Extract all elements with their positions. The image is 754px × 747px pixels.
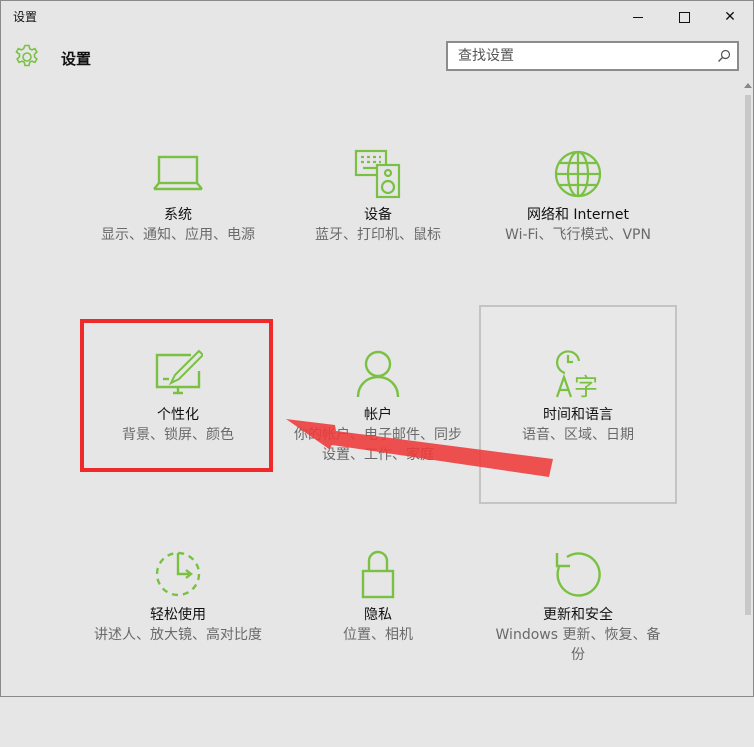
tile-system[interactable]: 系统 显示、通知、应用、电源 [79, 149, 277, 347]
tile-description: 讲述人、放大镜、高对比度 [94, 627, 262, 643]
svg-text:字: 字 [574, 373, 598, 399]
tile-description: 你的帐户、电子邮件、同步设置、工作、家庭 [294, 427, 462, 463]
globe-icon [554, 150, 602, 198]
tile-privacy[interactable]: 隐私 位置、相机 [279, 549, 477, 747]
window-title: 设置 [13, 10, 38, 24]
scrollbar[interactable] [743, 81, 753, 696]
tile-label: 系统 [164, 207, 192, 223]
scroll-up-arrow-icon[interactable] [744, 83, 752, 88]
laptop-icon [153, 155, 203, 191]
tile-description: 显示、通知、应用、电源 [101, 227, 255, 243]
tile-label: 网络和 Internet [526, 207, 630, 223]
lock-icon [361, 550, 395, 599]
minimize-button[interactable] [615, 1, 661, 33]
page-title: 设置 [61, 50, 92, 68]
tile-update-security[interactable]: 更新和安全 Windows 更新、恢复、备份 [479, 549, 677, 747]
tile-time-language[interactable]: 字 时间和语言 语音、区域、日期 [479, 305, 677, 504]
search-box[interactable] [446, 41, 739, 71]
maximize-button[interactable] [661, 1, 707, 33]
tile-label: 时间和语言 [543, 407, 613, 423]
tile-description: 蓝牙、打印机、鼠标 [315, 227, 441, 243]
settings-window: 设置 ✕ 设置 系统 显示、通知、应用、电源 [0, 0, 754, 697]
annotation-highlight-box [80, 319, 273, 472]
person-icon [356, 350, 400, 398]
tile-devices[interactable]: 设备 蓝牙、打印机、鼠标 [279, 149, 477, 347]
close-button[interactable]: ✕ [707, 1, 753, 33]
tile-description: 位置、相机 [343, 627, 413, 643]
search-icon[interactable] [717, 49, 731, 63]
tile-accounts[interactable]: 帐户 你的帐户、电子邮件、同步设置、工作、家庭 [279, 349, 477, 547]
maximize-icon [678, 11, 690, 23]
search-input[interactable] [448, 43, 713, 69]
tile-description: 语音、区域、日期 [522, 427, 634, 443]
devices-icon [354, 149, 401, 199]
tile-label: 设备 [364, 207, 392, 223]
scroll-thumb[interactable] [745, 95, 751, 615]
minimize-icon [633, 16, 643, 18]
tile-ease-of-access[interactable]: 轻松使用 讲述人、放大镜、高对比度 [79, 549, 277, 747]
tile-label: 帐户 [364, 407, 392, 423]
tile-label: 更新和安全 [543, 607, 613, 623]
gear-icon [15, 44, 38, 67]
tile-label: 隐私 [364, 607, 392, 623]
title-bar: 设置 ✕ [1, 1, 753, 33]
tile-description: Windows 更新、恢复、备份 [495, 627, 661, 663]
tile-description: Wi-Fi、飞行模式、VPN [505, 227, 651, 243]
tile-label: 轻松使用 [150, 607, 206, 623]
close-icon: ✕ [724, 9, 736, 25]
refresh-icon [555, 552, 601, 597]
time-language-icon: 字 [555, 350, 598, 399]
ease-of-access-icon [155, 551, 201, 597]
